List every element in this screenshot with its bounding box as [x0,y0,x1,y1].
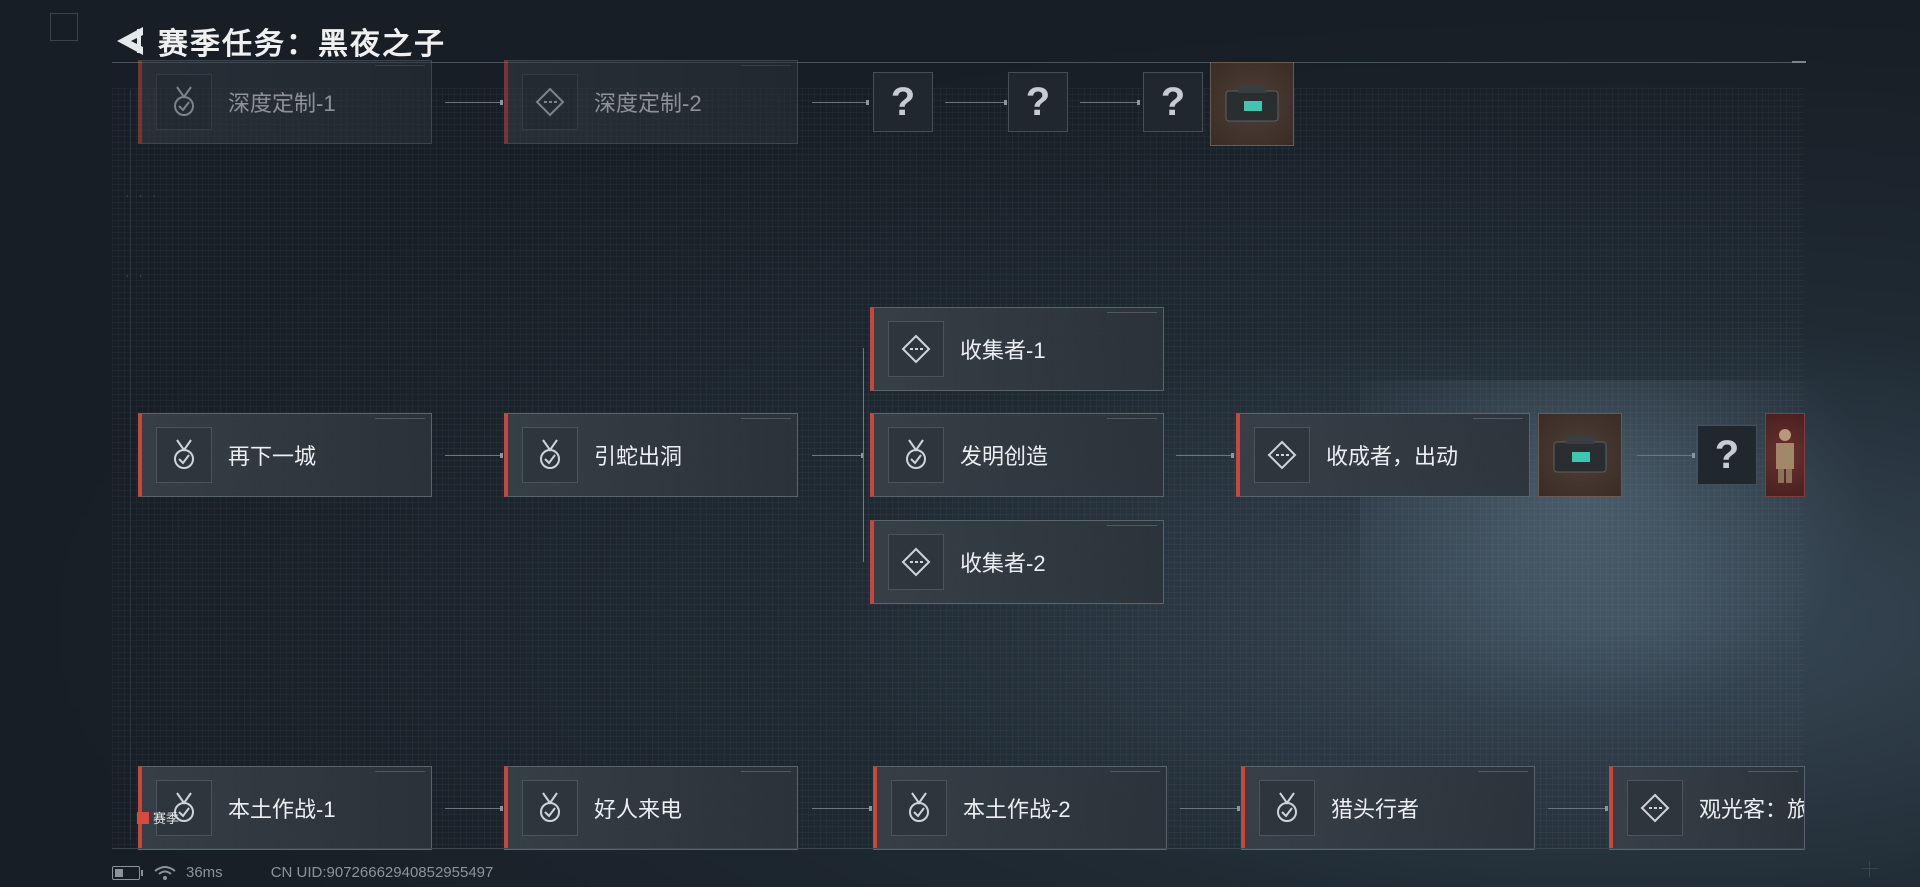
weapon-case-icon [1553,436,1607,473]
deco-text: · · [124,270,144,283]
task-card-r1-2[interactable]: 深度定制-2 [504,60,798,144]
task-label: 收集者-2 [960,551,1046,576]
ping-value: 36ms [186,864,223,881]
plus-icon [1862,861,1878,877]
connector [945,100,1007,105]
task-label: 发明创造 [960,444,1049,469]
task-card-r2-3b[interactable]: 发明创造 [870,413,1164,497]
wifi-icon [154,865,176,880]
outfit-icon [1776,429,1794,483]
task-card-r2-2[interactable]: 引蛇出洞 [504,413,798,497]
branch-connector [863,348,864,562]
medal-check-icon [522,427,578,483]
task-label: 收集者-1 [960,338,1046,363]
connector [1180,806,1240,811]
connector [812,806,872,811]
diamond-task-icon [888,534,944,590]
task-card-r2-4[interactable]: 收成者，出动 [1236,413,1530,497]
connector [445,453,503,458]
page-header: 赛季任务：黑夜之子 [110,18,446,64]
diamond-task-icon [522,74,578,130]
footer-divider [112,848,1806,849]
task-label: 再下一城 [228,444,317,469]
locked-task-unknown[interactable]: ? [1697,425,1757,485]
locked-task-unknown[interactable]: ? [1143,72,1203,132]
task-card-r3-3[interactable]: 本土作战-2 [873,766,1167,850]
connector [445,100,503,105]
task-label: 本土作战-1 [228,797,336,822]
task-label: 引蛇出洞 [594,444,683,469]
diamond-task-icon [888,321,944,377]
season-tag: 赛季 [137,808,179,827]
reward-weapon-case[interactable] [1210,62,1294,146]
back-button[interactable] [110,21,150,61]
medal-check-icon [156,427,212,483]
reward-weapon-case[interactable] [1538,413,1622,497]
task-card-r3-4[interactable]: 猎头行者 [1241,766,1535,850]
connector [445,806,503,811]
reward-outfit[interactable] [1765,413,1805,497]
season-tag-label: 赛季 [153,811,180,826]
medal-check-icon [888,427,944,483]
weapon-case-icon [1225,85,1279,122]
connector [812,453,864,458]
task-label: 本土作战-2 [963,797,1071,822]
user-uid: CN UID:9072666294085295​5497 [270,864,494,881]
task-card-r2-1[interactable]: 再下一城 [138,413,432,497]
task-label: 观光客：旅 [1699,797,1805,822]
page-title: 赛季任务：黑夜之子 [158,28,446,61]
deco-text: · · · [124,190,158,203]
task-label: 猎头行者 [1331,797,1420,822]
diamond-task-icon [1627,780,1683,836]
task-label: 深度定制-1 [228,91,336,116]
task-label: 深度定制-2 [594,91,702,116]
locked-task-unknown[interactable]: ? [873,72,933,132]
connector [1548,806,1608,811]
locked-task-unknown[interactable]: ? [1008,72,1068,132]
corner-frame [50,13,78,41]
task-card-r3-1[interactable]: 本土作战-1 [138,766,432,850]
back-arrow-icon [117,27,143,55]
task-card-r1-1[interactable]: 深度定制-1 [138,60,432,144]
task-card-r2-3a[interactable]: 收集者-1 [870,307,1164,391]
connector [812,100,869,105]
task-label: 好人来电 [594,797,683,822]
connector [1637,453,1695,458]
battery-icon [112,865,143,880]
connector [1080,100,1140,105]
medal-check-icon [156,74,212,130]
task-label: 收成者，出动 [1326,444,1459,469]
task-card-r3-2[interactable]: 好人来电 [504,766,798,850]
medal-check-icon [1259,780,1315,836]
status-bar: 36ms CN UID:9072666294085295​5497 [112,864,493,881]
medal-check-icon [891,780,947,836]
task-card-r3-5[interactable]: 观光客：旅 [1609,766,1805,850]
connector [1176,453,1234,458]
diamond-task-icon [1254,427,1310,483]
season-dot-icon [137,811,149,824]
task-card-r2-3c[interactable]: 收集者-2 [870,520,1164,604]
medal-check-icon [522,780,578,836]
